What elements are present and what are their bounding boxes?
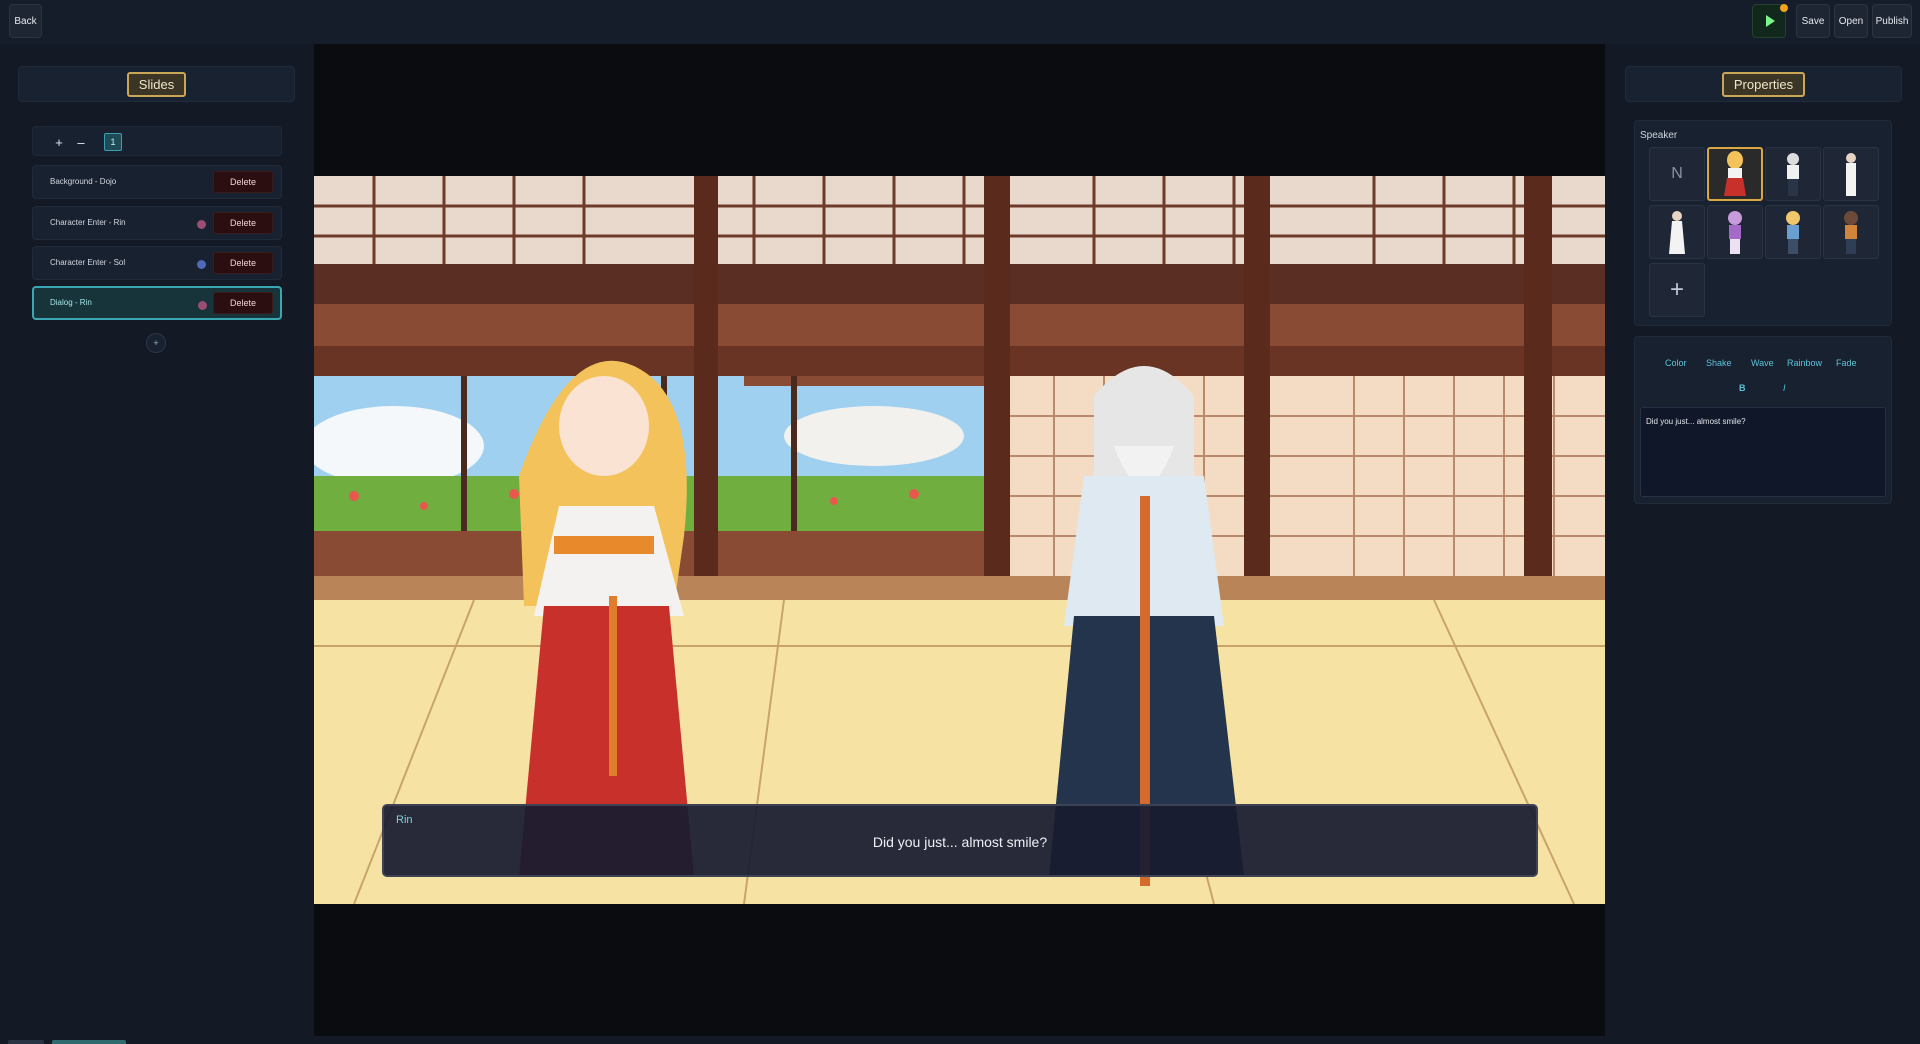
speaker-option[interactable] [1823, 147, 1879, 201]
play-icon [1765, 15, 1775, 27]
top-toolbar: Back Save Open Publish [0, 0, 1920, 44]
publish-button[interactable]: Publish [1872, 4, 1912, 38]
properties-title: Properties [1721, 71, 1806, 97]
none-letter: N [1671, 165, 1683, 182]
properties-panel-header: Properties [1625, 66, 1902, 102]
dialog-text: Did you just... almost smile? [872, 834, 1048, 850]
slide-item-label: Background - Dojo [50, 177, 117, 186]
dialog-text-input[interactable]: Did you just... almost smile? [1640, 407, 1886, 497]
speaker-label: Speaker [1640, 130, 1678, 141]
bold-button[interactable]: B [1739, 383, 1746, 393]
back-button[interactable]: Back [9, 4, 42, 38]
character-rin [519, 360, 694, 876]
speaker-option[interactable] [1707, 205, 1763, 259]
floor-edge [314, 576, 1605, 600]
effect-shake-button[interactable]: Shake [1706, 358, 1732, 368]
slide-item-label: Character Enter - Sol [50, 258, 126, 267]
dialog-box[interactable]: Rin Did you just... almost smile? [382, 804, 1538, 877]
dialog-speaker-name: Rin [396, 814, 413, 826]
delete-button[interactable]: Delete [213, 212, 273, 234]
bottom-tab-active[interactable] [52, 1040, 126, 1044]
character-color-dot [197, 220, 206, 229]
plus-icon: + [1669, 276, 1684, 303]
text-properties: Color Shake Wave Rainbow Fade B I Did yo… [1634, 336, 1892, 504]
scene-preview [314, 176, 1605, 904]
slide-controls: + – 1 [32, 126, 282, 156]
delete-button[interactable]: Delete [213, 252, 273, 274]
effect-wave-button[interactable]: Wave [1751, 358, 1774, 368]
remove-slide-button[interactable]: – [72, 133, 90, 151]
character-avatar-icon [1728, 211, 1742, 254]
character-avatar-icon [1846, 153, 1856, 196]
upper-shoji [314, 176, 1605, 266]
speaker-rin-option[interactable] [1707, 147, 1763, 201]
character-color-dot [198, 301, 207, 310]
speaker-option[interactable] [1765, 205, 1821, 259]
effect-fade-button[interactable]: Fade [1836, 358, 1857, 368]
slides-title: Slides [126, 71, 187, 97]
beam [314, 346, 1605, 376]
character-avatar-icon [1669, 211, 1685, 254]
slide-item[interactable]: Character Enter - Rin Delete [32, 206, 282, 240]
open-button[interactable]: Open [1834, 4, 1868, 38]
add-slide-button[interactable]: + [50, 133, 68, 151]
speaker-option[interactable] [1823, 205, 1879, 259]
rin-avatar-icon [1724, 151, 1746, 196]
italic-button[interactable]: I [1783, 383, 1786, 393]
save-button[interactable]: Save [1796, 4, 1830, 38]
slide-item-label: Dialog - Rin [50, 298, 92, 307]
effect-color-button[interactable]: Color [1665, 358, 1687, 368]
character-color-dot [197, 260, 206, 269]
effect-rainbow-button[interactable]: Rainbow [1787, 358, 1822, 368]
delete-button[interactable]: Delete [213, 171, 273, 193]
character-avatar-icon [1787, 153, 1799, 196]
speaker-selector: Speaker N + [1634, 120, 1892, 326]
slide-item-label: Character Enter - Rin [50, 218, 126, 227]
speaker-none-option[interactable]: N [1649, 147, 1705, 201]
slide-item[interactable]: Character Enter - Sol Delete [32, 246, 282, 280]
garden-bushes [744, 476, 984, 531]
add-character-button[interactable]: + [1649, 263, 1705, 317]
beam [314, 264, 1605, 304]
stage-preview[interactable]: Rin Did you just... almost smile? [314, 44, 1605, 1036]
page-1-button[interactable]: 1 [104, 133, 122, 151]
character-avatar-icon [1786, 211, 1800, 254]
speaker-option[interactable] [1649, 205, 1705, 259]
speaker-option[interactable] [1765, 147, 1821, 201]
delete-button[interactable]: Delete [213, 292, 273, 314]
cloud [784, 406, 964, 466]
unsaved-indicator [1780, 4, 1788, 12]
slide-item-active[interactable]: Dialog - Rin Delete [32, 286, 282, 320]
slide-item[interactable]: Background - Dojo Delete [32, 165, 282, 199]
slides-panel-header: Slides [18, 66, 295, 102]
character-avatar-icon [1844, 211, 1858, 254]
bottom-tab[interactable] [8, 1040, 44, 1044]
add-slide-circle-button[interactable]: + [146, 333, 166, 353]
